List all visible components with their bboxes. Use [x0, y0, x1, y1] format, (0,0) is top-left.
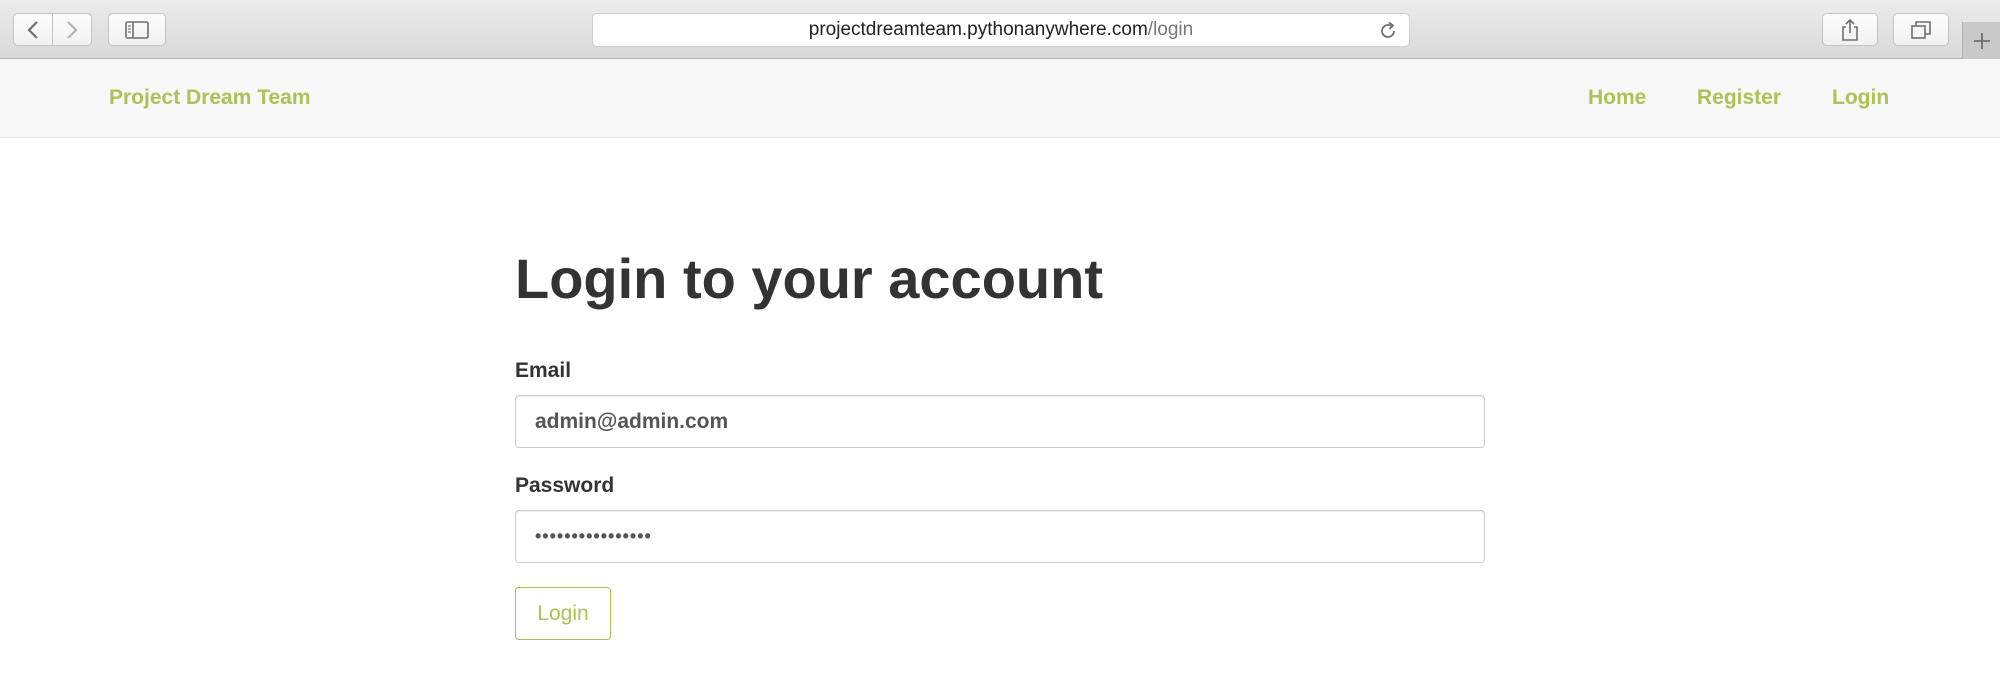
brand-link[interactable]: Project Dream Team: [109, 86, 311, 110]
email-field[interactable]: [515, 395, 1485, 448]
nav-link-register[interactable]: Register: [1697, 86, 1781, 110]
site-navbar: Project Dream Team Home Register Login: [0, 59, 2000, 138]
address-bar[interactable]: projectdreamteam.pythonanywhere.com/logi…: [592, 13, 1410, 47]
nav-link-login[interactable]: Login: [1832, 86, 1889, 110]
browser-toolbar: projectdreamteam.pythonanywhere.com/logi…: [0, 0, 2000, 59]
password-field[interactable]: [515, 510, 1485, 563]
share-icon: [1842, 18, 1858, 41]
sidebar-icon: [125, 20, 149, 39]
url-host: projectdreamteam.pythonanywhere.com: [808, 19, 1148, 40]
reload-icon[interactable]: [1377, 20, 1399, 42]
nav-link-home[interactable]: Home: [1588, 86, 1646, 110]
back-button[interactable]: [13, 13, 53, 46]
email-label: Email: [515, 359, 572, 382]
chevron-left-icon: [27, 20, 38, 39]
share-button[interactable]: [1822, 13, 1878, 46]
plus-icon: [1973, 32, 1990, 49]
tabs-overview-icon: [1911, 20, 1931, 39]
chevron-right-icon: [67, 20, 78, 39]
url-path: /login: [1147, 19, 1194, 40]
sidebar-toggle-button[interactable]: [108, 13, 166, 46]
tabs-overview-button[interactable]: [1893, 13, 1949, 46]
page-title: Login to your account: [515, 247, 1103, 310]
login-button[interactable]: Login: [515, 587, 611, 640]
password-label: Password: [515, 474, 615, 497]
new-tab-button[interactable]: [1962, 22, 2000, 59]
forward-button[interactable]: [53, 13, 92, 46]
